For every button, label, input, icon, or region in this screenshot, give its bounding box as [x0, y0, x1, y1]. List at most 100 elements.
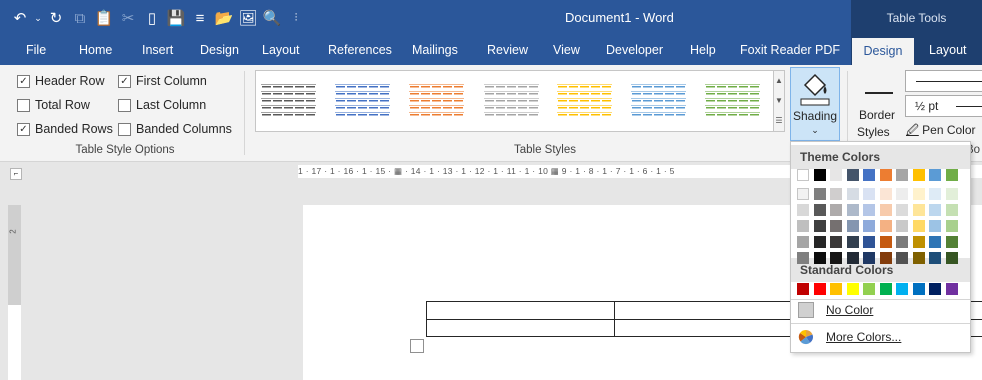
- theme-shade-swatch[interactable]: [846, 220, 859, 232]
- standard-color-swatch[interactable]: [846, 283, 859, 295]
- theme-shade-swatch[interactable]: [830, 236, 842, 248]
- theme-shade-swatch[interactable]: [912, 188, 925, 200]
- line-weight-select[interactable]: ½ pt: [905, 95, 982, 117]
- first-column-checkbox[interactable]: ✓ First Column: [118, 74, 207, 88]
- theme-shade-swatch[interactable]: [929, 220, 941, 232]
- align-icon[interactable]: ≡: [188, 6, 212, 30]
- theme-shade-swatch[interactable]: [813, 220, 826, 232]
- theme-shade-swatch[interactable]: [863, 204, 875, 216]
- banded-columns-checkbox[interactable]: Banded Columns: [118, 122, 232, 136]
- tab-home[interactable]: Home: [79, 36, 112, 65]
- theme-shade-swatch[interactable]: [912, 204, 925, 216]
- table-style-thumbnail[interactable]: [261, 83, 316, 119]
- table-style-thumbnail[interactable]: [705, 83, 760, 119]
- theme-color-swatch[interactable]: [813, 169, 826, 181]
- total-row-checkbox[interactable]: Total Row: [17, 98, 90, 112]
- theme-shade-swatch[interactable]: [863, 236, 875, 248]
- theme-shade-swatch[interactable]: [879, 252, 892, 264]
- theme-color-swatch[interactable]: [863, 169, 875, 181]
- table-style-thumbnail[interactable]: [631, 83, 686, 119]
- gallery-more-icon[interactable]: ☰: [774, 111, 784, 131]
- theme-color-swatch[interactable]: [879, 169, 892, 181]
- theme-shade-swatch[interactable]: [846, 204, 859, 216]
- shading-button[interactable]: Shading ⌄: [790, 67, 840, 141]
- tab-design[interactable]: Design: [200, 36, 239, 65]
- standard-color-swatch[interactable]: [912, 283, 925, 295]
- theme-color-swatch[interactable]: [896, 169, 908, 181]
- tab-developer[interactable]: Developer: [606, 36, 663, 65]
- table-style-thumbnail[interactable]: [484, 83, 539, 119]
- tab-view[interactable]: View: [553, 36, 580, 65]
- theme-shade-swatch[interactable]: [830, 204, 842, 216]
- tab-review[interactable]: Review: [487, 36, 528, 65]
- undo-icon[interactable]: ↶: [8, 6, 32, 30]
- theme-shade-swatch[interactable]: [846, 188, 859, 200]
- theme-shade-swatch[interactable]: [797, 204, 809, 216]
- last-column-checkbox[interactable]: Last Column: [118, 98, 206, 112]
- theme-color-swatch[interactable]: [945, 169, 958, 181]
- theme-color-swatch[interactable]: [912, 169, 925, 181]
- no-color-option[interactable]: No Color: [796, 298, 966, 322]
- line-style-select[interactable]: [905, 70, 982, 92]
- theme-shade-swatch[interactable]: [896, 220, 908, 232]
- theme-shade-swatch[interactable]: [797, 188, 809, 200]
- standard-color-swatch[interactable]: [830, 283, 842, 295]
- theme-shade-swatch[interactable]: [813, 236, 826, 248]
- theme-shade-swatch[interactable]: [797, 236, 809, 248]
- theme-shade-swatch[interactable]: [830, 188, 842, 200]
- theme-shade-swatch[interactable]: [945, 188, 958, 200]
- theme-shade-swatch[interactable]: [863, 220, 875, 232]
- theme-shade-swatch[interactable]: [945, 252, 958, 264]
- theme-shade-swatch[interactable]: [813, 204, 826, 216]
- tab-selector-icon[interactable]: ⌐: [10, 168, 22, 180]
- vertical-ruler[interactable]: 2: [8, 205, 21, 380]
- paste-icon[interactable]: 📋: [92, 6, 116, 30]
- table-style-thumbnail[interactable]: [409, 83, 464, 119]
- print-preview-icon[interactable]: 🔍: [260, 6, 284, 30]
- theme-color-swatch[interactable]: [846, 169, 859, 181]
- cut-icon[interactable]: ✂: [116, 6, 140, 30]
- chevron-down-icon[interactable]: ⌄: [791, 125, 839, 136]
- theme-shade-swatch[interactable]: [945, 220, 958, 232]
- gallery-up-arrow-icon[interactable]: ▲: [774, 71, 784, 91]
- theme-shade-swatch[interactable]: [912, 236, 925, 248]
- theme-shade-swatch[interactable]: [929, 188, 941, 200]
- theme-shade-swatch[interactable]: [846, 236, 859, 248]
- theme-shade-swatch[interactable]: [879, 220, 892, 232]
- theme-shade-swatch[interactable]: [879, 188, 892, 200]
- theme-shade-swatch[interactable]: [813, 188, 826, 200]
- table-style-thumbnail[interactable]: [335, 83, 390, 119]
- theme-shade-swatch[interactable]: [896, 236, 908, 248]
- theme-shade-swatch[interactable]: [912, 252, 925, 264]
- theme-shade-swatch[interactable]: [896, 204, 908, 216]
- banded-rows-checkbox[interactable]: ✓ Banded Rows: [17, 122, 113, 136]
- picture-icon[interactable]: 🖼: [236, 6, 260, 30]
- theme-shade-swatch[interactable]: [929, 236, 941, 248]
- tab-layout[interactable]: Layout: [262, 36, 300, 65]
- theme-shade-swatch[interactable]: [929, 204, 941, 216]
- theme-color-swatch[interactable]: [929, 169, 941, 181]
- standard-color-swatch[interactable]: [879, 283, 892, 295]
- tab-mailings[interactable]: Mailings: [412, 36, 458, 65]
- more-colors-option[interactable]: More Colors...: [796, 325, 966, 349]
- customize-qat-icon[interactable]: ⫶: [284, 6, 308, 30]
- theme-shade-swatch[interactable]: [797, 252, 809, 264]
- theme-shade-swatch[interactable]: [797, 220, 809, 232]
- theme-shade-swatch[interactable]: [863, 252, 875, 264]
- standard-color-swatch[interactable]: [813, 283, 826, 295]
- theme-shade-swatch[interactable]: [830, 252, 842, 264]
- theme-shade-swatch[interactable]: [945, 204, 958, 216]
- new-document-icon[interactable]: ▯: [140, 6, 164, 30]
- theme-shade-swatch[interactable]: [896, 252, 908, 264]
- theme-shade-swatch[interactable]: [863, 188, 875, 200]
- tab-table-design[interactable]: Design: [852, 36, 914, 65]
- standard-color-swatch[interactable]: [929, 283, 941, 295]
- table-resize-handle[interactable]: [410, 339, 424, 353]
- theme-shade-swatch[interactable]: [813, 252, 826, 264]
- horizontal-ruler[interactable]: 1 · 17 · 1 · 16 · 1 · 15 · ▦ · 14 · 1 · …: [298, 165, 798, 178]
- gallery-down-arrow-icon[interactable]: ▼: [774, 91, 784, 111]
- theme-color-swatch[interactable]: [797, 169, 809, 181]
- chevron-down-icon[interactable]: ⌄: [32, 6, 44, 30]
- tab-help[interactable]: Help: [690, 36, 716, 65]
- theme-shade-swatch[interactable]: [896, 188, 908, 200]
